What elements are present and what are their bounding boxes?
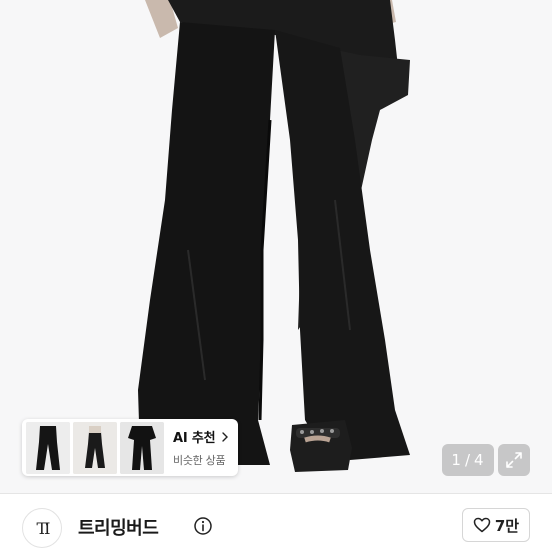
chevron-right-icon [222, 431, 229, 442]
recommend-thumbnail [26, 421, 70, 474]
ai-recommend-card[interactable]: AI 추천 비슷한 상품 [22, 419, 238, 476]
info-circle-icon[interactable] [193, 516, 213, 536]
ai-recommend-title-row: AI 추천 [173, 427, 231, 446]
ai-recommend-title: AI 추천 [173, 431, 216, 446]
ai-recommend-text: AI 추천 비슷한 상품 [173, 427, 231, 468]
seller-logo[interactable]: TI [22, 508, 62, 548]
expand-button[interactable] [498, 444, 530, 476]
seller-logo-text: TI [36, 518, 51, 538]
like-count: 7만 [494, 516, 520, 535]
seller-name[interactable]: 트리밍버드 [78, 514, 159, 540]
recommend-thumbnail [73, 421, 117, 474]
seller-row: TI 트리밍버드 7만 [0, 494, 552, 552]
pager-current: 1 [451, 451, 462, 469]
ai-recommend-thumbnails [26, 421, 164, 474]
expand-icon [506, 452, 522, 468]
product-detail-screen: AI 추천 비슷한 상품 1 / 4 TI 트리밍버드 7만 [0, 0, 552, 552]
image-pager: 1 / 4 [442, 444, 494, 476]
pager-total: 4 [474, 451, 485, 469]
ai-recommend-subtitle: 비슷한 상품 [173, 454, 226, 467]
recommend-thumbnail [120, 421, 164, 474]
like-button[interactable]: 7만 [462, 508, 530, 542]
pager-separator: / [464, 451, 472, 469]
heart-icon [473, 517, 491, 533]
